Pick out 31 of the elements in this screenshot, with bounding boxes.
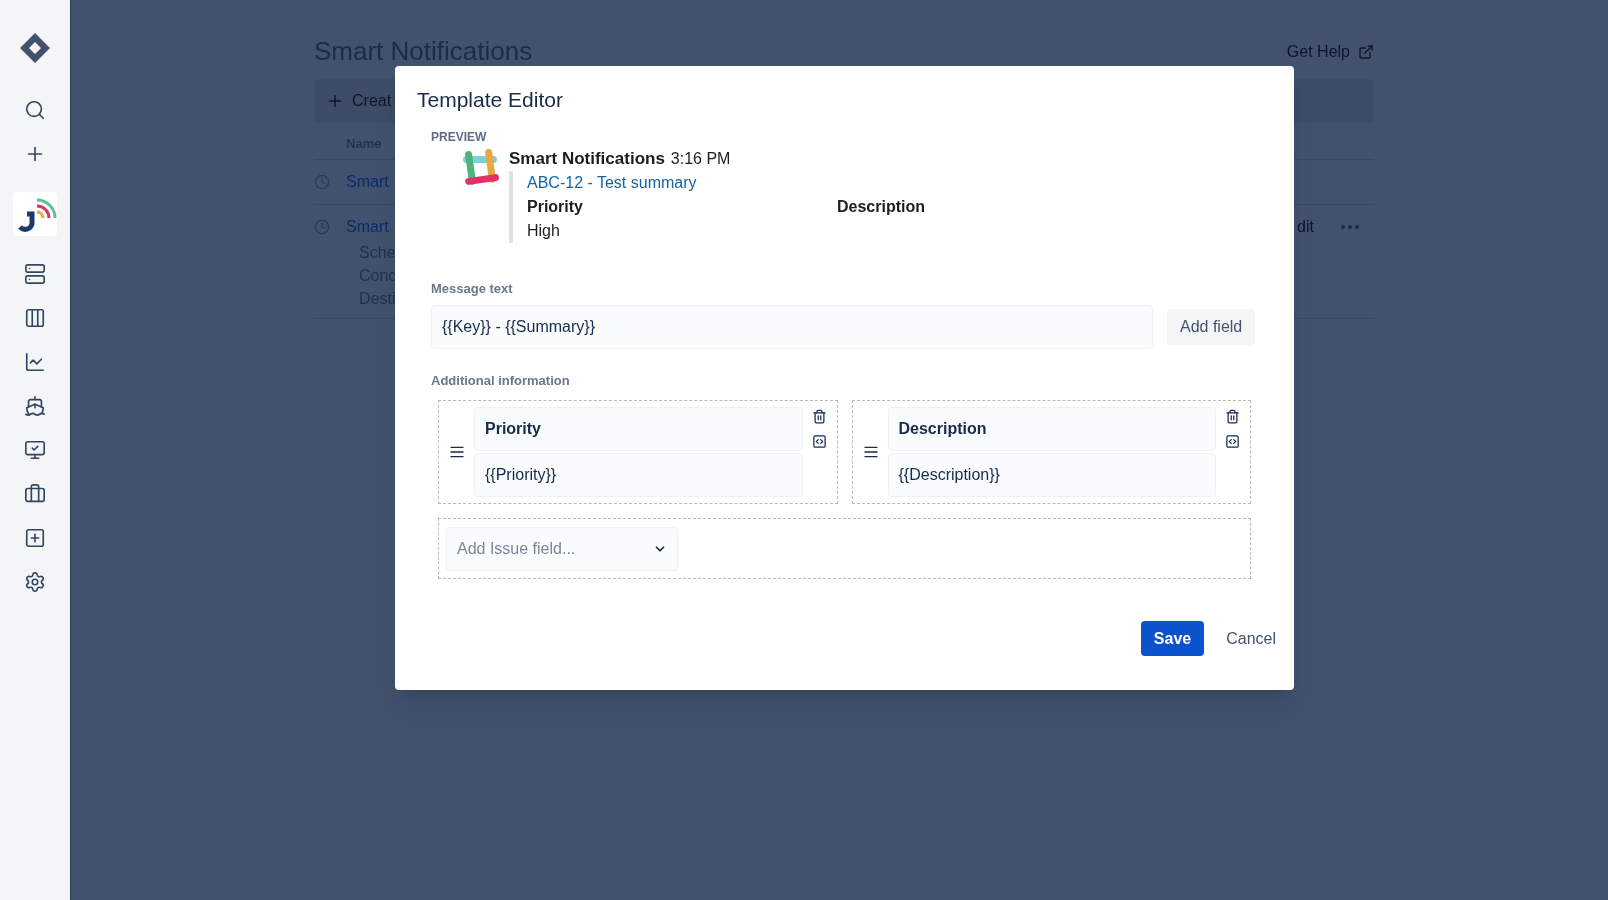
add-issue-field-select[interactable]: Add Issue field... [446,526,678,571]
save-button[interactable]: Save [1140,621,1205,656]
message-text-field[interactable]: {{Key}} - {{Summary}} [431,304,1153,349]
plus-icon [326,92,344,110]
drag-handle-icon[interactable] [449,444,465,460]
drag-handle-icon[interactable] [862,444,879,460]
external-link-icon [1358,43,1374,60]
field-label: Priority [527,197,583,217]
clock-icon [314,219,330,235]
code-icon[interactable] [811,434,827,449]
logo-icon[interactable] [19,32,51,64]
field-label: Description [837,197,925,217]
delete-icon[interactable] [1225,409,1240,424]
field-value-input[interactable]: {{Description}} [887,453,1216,497]
additional-information-label: Additional information [431,371,570,390]
dialog-title: Template Editor [417,87,563,113]
message-time: 3:16 PM [670,148,731,169]
delete-icon[interactable] [811,409,827,424]
message-text-label: Message text [431,280,513,298]
preview-heading: PREVIEW [431,128,487,146]
issue-link[interactable]: ABC-12 - Test summary [527,174,697,191]
clock-icon [314,174,330,190]
app-name: Smart Notifications [509,147,665,170]
field-value: High [527,221,560,241]
field-label-input[interactable]: Description [887,407,1216,451]
field-label-input[interactable]: Priority [474,407,803,451]
app-logo-icon[interactable] [13,192,57,236]
cancel-button[interactable]: Cancel [1226,626,1276,651]
field-value-input[interactable]: {{Priority}} [474,453,803,497]
code-icon[interactable] [1225,434,1240,449]
add-field-button[interactable]: Add field [1167,308,1256,345]
